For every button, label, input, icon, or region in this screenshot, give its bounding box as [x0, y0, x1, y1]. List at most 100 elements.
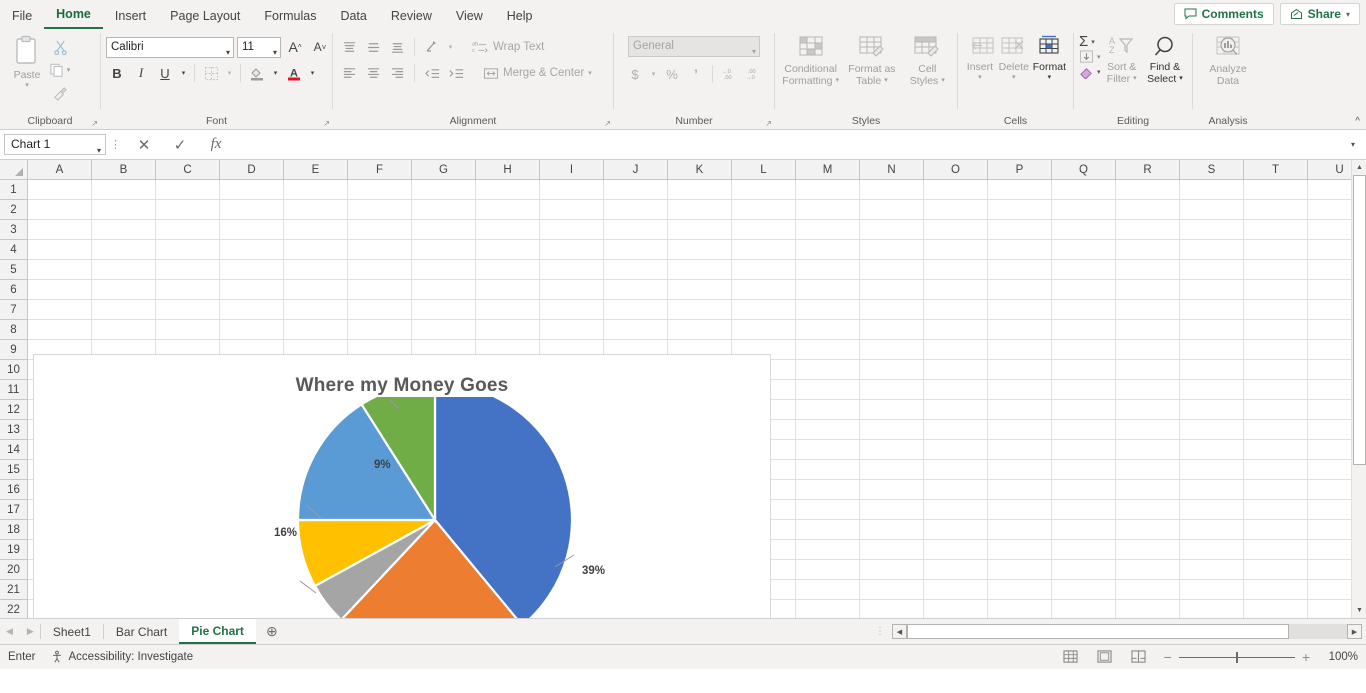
column-header-t[interactable]: T	[1244, 160, 1308, 179]
ribbon-tab-insert[interactable]: Insert	[103, 5, 158, 29]
column-header-f[interactable]: F	[348, 160, 412, 179]
chevron-down-icon[interactable]: ▾	[648, 63, 659, 85]
chevron-down-icon[interactable]: ▾	[1097, 68, 1101, 76]
chevron-down-icon[interactable]: ▾	[1346, 10, 1350, 19]
align-middle-button[interactable]	[362, 36, 384, 58]
pie-data-label-entertainment[interactable]: 16%	[274, 527, 297, 539]
row-header-22[interactable]: 22	[0, 600, 27, 618]
insert-function-button[interactable]: fx	[198, 136, 234, 153]
add-sheet-button[interactable]: ⊕	[256, 619, 288, 644]
chevron-down-icon[interactable]: ▾	[307, 62, 318, 84]
column-header-e[interactable]: E	[284, 160, 348, 179]
pie-svg[interactable]	[34, 381, 772, 618]
orientation-button[interactable]	[421, 36, 443, 58]
column-header-a[interactable]: A	[28, 160, 92, 179]
chevron-down-icon[interactable]: ▾	[1179, 73, 1183, 85]
chevron-down-icon[interactable]: ▾	[1133, 73, 1137, 85]
cut-button[interactable]	[49, 36, 71, 58]
column-header-q[interactable]: Q	[1052, 160, 1116, 179]
merge-center-button[interactable]: Merge & Center ▾	[483, 66, 592, 81]
scroll-right-button[interactable]: ▶	[1347, 624, 1362, 639]
number-format-select[interactable]: General ▾	[628, 36, 760, 57]
chevron-down-icon[interactable]: ▾	[224, 62, 235, 84]
comments-button[interactable]: Comments	[1173, 3, 1274, 25]
format-as-table-button[interactable]: Format as Table ▾	[843, 32, 900, 87]
chevron-down-icon[interactable]: ▾	[273, 43, 277, 62]
ribbon-tab-help[interactable]: Help	[495, 5, 545, 29]
currency-button[interactable]: $	[624, 63, 646, 85]
font-color-button[interactable]: A	[283, 62, 305, 84]
column-header-s[interactable]: S	[1180, 160, 1244, 179]
chevron-down-icon[interactable]: ▾	[1012, 74, 1016, 81]
column-header-m[interactable]: M	[796, 160, 860, 179]
chevron-down-icon[interactable]: ▾	[270, 62, 281, 84]
chevron-down-icon[interactable]: ▾	[178, 62, 189, 84]
row-header-19[interactable]: 19	[0, 540, 27, 560]
column-header-j[interactable]: J	[604, 160, 668, 179]
ribbon-tab-file[interactable]: File	[0, 5, 44, 29]
italic-button[interactable]: I	[130, 62, 152, 84]
align-center-button[interactable]	[362, 62, 384, 84]
align-top-button[interactable]	[338, 36, 360, 58]
row-header-7[interactable]: 7	[0, 300, 27, 320]
row-header-4[interactable]: 4	[0, 240, 27, 260]
autosum-button[interactable]: Σ ▾	[1079, 34, 1101, 49]
row-header-6[interactable]: 6	[0, 280, 27, 300]
insert-cells-button[interactable]: Insert ▾	[963, 32, 997, 81]
increase-indent-button[interactable]	[445, 62, 467, 84]
row-header-5[interactable]: 5	[0, 260, 27, 280]
chevron-down-icon[interactable]: ▾	[1091, 38, 1095, 46]
clear-button[interactable]: ▾	[1079, 65, 1101, 79]
scrollbar-resize-handle[interactable]: ⋮	[869, 626, 892, 637]
sheet-tab-sheet1[interactable]: Sheet1	[41, 619, 103, 644]
sort-filter-button[interactable]: A Z Sort & Filter ▾	[1102, 32, 1142, 85]
font-dialog-launcher-icon[interactable]: ↗	[323, 119, 330, 128]
vertical-scrollbar[interactable]: ▲ ▼	[1351, 160, 1366, 618]
ribbon-tab-home[interactable]: Home	[44, 3, 103, 29]
copy-button[interactable]: ▾	[49, 59, 71, 81]
percent-style-button[interactable]: %	[661, 63, 683, 85]
row-header-12[interactable]: 12	[0, 400, 27, 420]
align-left-button[interactable]	[338, 62, 360, 84]
vertical-scrollbar-thumb[interactable]	[1353, 175, 1366, 465]
row-header-3[interactable]: 3	[0, 220, 27, 240]
row-header-21[interactable]: 21	[0, 580, 27, 600]
column-header-b[interactable]: B	[92, 160, 156, 179]
fill-color-button[interactable]	[246, 62, 268, 84]
ribbon-tab-review[interactable]: Review	[379, 5, 444, 29]
chevron-down-icon[interactable]: ▾	[752, 42, 756, 61]
column-header-c[interactable]: C	[156, 160, 220, 179]
comma-style-button[interactable]: ’	[685, 63, 707, 85]
confirm-entry-button[interactable]: ✓	[162, 136, 198, 154]
row-header-17[interactable]: 17	[0, 500, 27, 520]
ribbon-tab-formulas[interactable]: Formulas	[252, 5, 328, 29]
column-header-o[interactable]: O	[924, 160, 988, 179]
scroll-up-button[interactable]: ▲	[1352, 160, 1366, 175]
chart-title[interactable]: Where my Money Goes	[34, 375, 770, 397]
analyze-data-button[interactable]: Analyze Data	[1200, 32, 1256, 87]
alignment-dialog-launcher-icon[interactable]: ↗	[604, 119, 611, 128]
chevron-down-icon[interactable]: ▾	[226, 43, 230, 62]
formula-bar-handle[interactable]: ⋮	[110, 138, 122, 151]
wrap-text-button[interactable]: ab c Wrap Text	[472, 40, 544, 55]
chevron-down-icon[interactable]: ▾	[884, 75, 888, 87]
scroll-down-button[interactable]: ▼	[1352, 603, 1366, 618]
chart-object[interactable]: Where my Money Goes 9% 16% 8% 5% 39% 23%…	[33, 354, 771, 618]
number-dialog-launcher-icon[interactable]: ↗	[765, 119, 772, 128]
page-break-preview-button[interactable]	[1130, 649, 1148, 665]
share-button[interactable]: Share ▾	[1279, 3, 1360, 25]
row-header-16[interactable]: 16	[0, 480, 27, 500]
row-header-2[interactable]: 2	[0, 200, 27, 220]
row-header-9[interactable]: 9	[0, 340, 27, 360]
formula-input[interactable]	[236, 134, 1344, 155]
accessibility-checker[interactable]: Accessibility: Investigate	[50, 650, 193, 664]
row-header-20[interactable]: 20	[0, 560, 27, 580]
chevron-down-icon[interactable]: ▾	[445, 36, 456, 58]
zoom-slider[interactable]: − +	[1164, 649, 1310, 665]
column-header-i[interactable]: I	[540, 160, 604, 179]
previous-sheet-button[interactable]: ◀	[6, 626, 13, 637]
expand-formula-bar-button[interactable]: ▾	[1344, 140, 1362, 149]
zoom-thumb[interactable]	[1235, 651, 1238, 663]
bold-button[interactable]: B	[106, 62, 128, 84]
row-header-18[interactable]: 18	[0, 520, 27, 540]
